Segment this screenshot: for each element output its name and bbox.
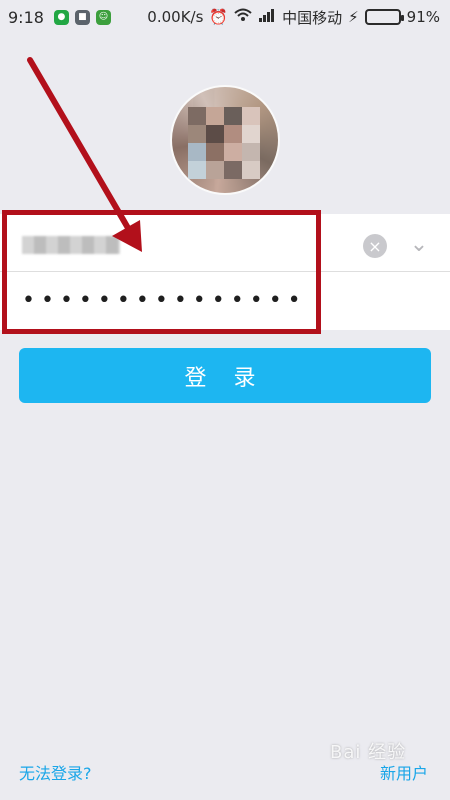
watermark: Bai 经验 bbox=[330, 742, 407, 763]
avatar[interactable] bbox=[170, 85, 280, 195]
signal-icon bbox=[258, 8, 276, 26]
clear-username-icon[interactable]: × bbox=[363, 234, 387, 258]
status-bar: 9:18 ● ■ ☺ 0.00K/s ⏰ 中国移动 ⚡ 91% bbox=[0, 0, 450, 34]
app-icon-2: ■ bbox=[74, 9, 90, 25]
login-button[interactable]: 登 录 bbox=[19, 348, 431, 403]
app-icon-1: ● bbox=[53, 9, 69, 25]
status-left: 9:18 ● ■ ☺ bbox=[8, 8, 111, 27]
wifi-icon bbox=[234, 8, 252, 26]
chevron-down-icon[interactable]: ⌄ bbox=[406, 232, 432, 257]
status-time: 9:18 bbox=[8, 7, 44, 27]
alarm-icon: ⏰ bbox=[209, 8, 229, 26]
highlight-box bbox=[2, 210, 321, 334]
net-speed: 0.00K/s bbox=[147, 8, 204, 26]
battery-percent: 91% bbox=[406, 8, 440, 26]
app-icon-3: ☺ bbox=[95, 9, 111, 25]
battery-icon bbox=[364, 9, 404, 25]
charging-icon: ⚡ bbox=[348, 8, 359, 26]
carrier-name: 中国移动 bbox=[282, 8, 343, 27]
cannot-login-link[interactable]: 无法登录? bbox=[19, 760, 92, 784]
status-right: 0.00K/s ⏰ 中国移动 ⚡ 91% bbox=[147, 7, 440, 28]
